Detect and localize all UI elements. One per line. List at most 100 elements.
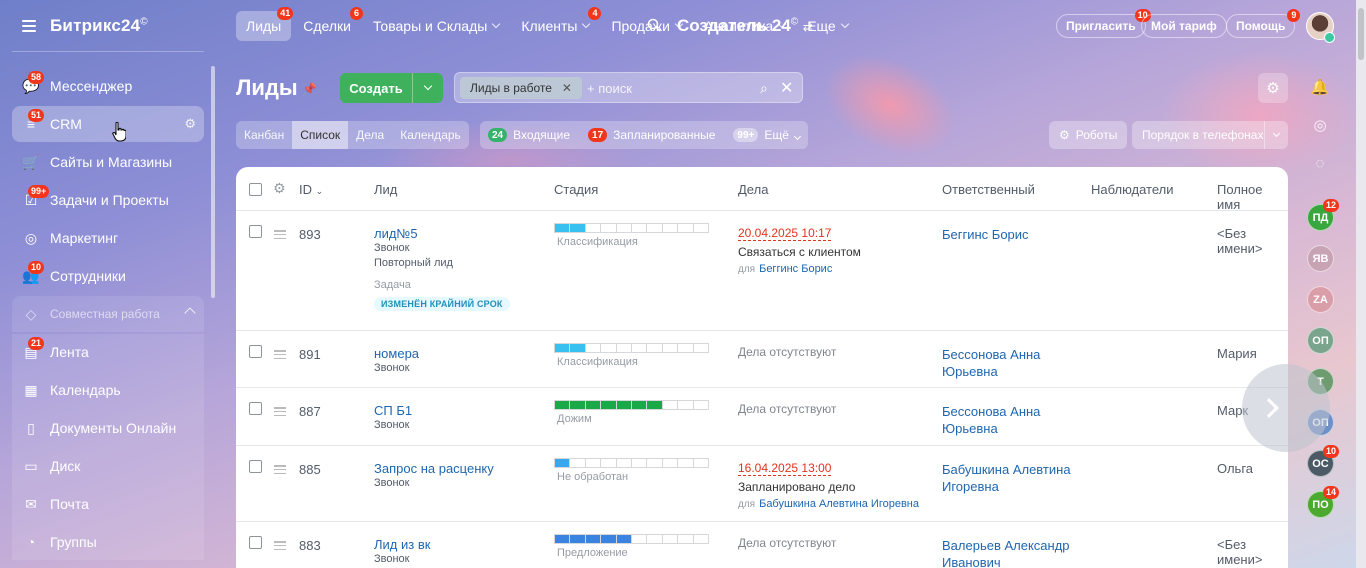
planned-filter[interactable]: Запланированные <box>613 128 715 142</box>
column-settings-icon[interactable]: ⚙ <box>273 180 286 197</box>
deal-for-user[interactable]: Бабушкина Алевтина Игоревна <box>759 498 919 510</box>
contact-avatar[interactable]: ЯВ <box>1307 245 1334 272</box>
chat-bubble-icon[interactable]: ◌ <box>1304 148 1336 178</box>
row-checkbox[interactable] <box>249 402 262 415</box>
sidebar-item[interactable]: 👥 Сотрудники 10 <box>12 258 204 294</box>
responsible-link[interactable]: Бессонова Анна Юрьевна <box>942 403 1072 437</box>
nav-item-2[interactable]: Товары и Склады <box>363 11 509 41</box>
column-deals[interactable]: Дела <box>738 182 768 197</box>
stage-progress[interactable] <box>554 534 709 544</box>
column-observers[interactable]: Наблюдатели <box>1091 182 1174 197</box>
responsible-link[interactable]: Беггинс Борис <box>942 226 1072 243</box>
stage-progress[interactable] <box>554 223 709 233</box>
deal-title[interactable]: Запланировано дело <box>738 480 919 494</box>
contact-avatar[interactable]: ПД 12 <box>1307 199 1339 231</box>
menu-icon[interactable] <box>22 20 36 32</box>
remove-filter-icon[interactable]: ✕ <box>562 81 572 95</box>
view-tab[interactable]: Канбан <box>236 121 292 149</box>
search-icon[interactable]: ⌕ <box>760 80 768 97</box>
tariff-button[interactable]: Мой тариф <box>1141 14 1227 38</box>
filter-search-box[interactable]: Лиды в работе ✕ + поиск ⌕ ✕ <box>454 72 803 103</box>
contact-avatar[interactable]: ОС 10 <box>1307 445 1339 477</box>
responsible-link[interactable]: Бабушкина Алевтина Игоревна <box>942 461 1072 495</box>
create-button-label[interactable]: Создать <box>340 73 412 103</box>
invite-button[interactable]: Пригласить 10 <box>1056 9 1151 38</box>
search-input[interactable]: + поиск <box>587 81 632 96</box>
sidebar-item[interactable]: ▦ Календарь <box>12 372 204 408</box>
clear-icon[interactable]: ✕ <box>780 78 793 98</box>
drag-handle-icon[interactable] <box>274 541 286 550</box>
drag-handle-icon[interactable] <box>274 350 286 359</box>
nav-item-1[interactable]: Сделки 6 <box>293 7 363 41</box>
row-checkbox[interactable] <box>249 345 262 358</box>
responsible-link[interactable]: Бессонова Анна Юрьевна <box>942 346 1072 380</box>
row-checkbox[interactable] <box>249 225 262 238</box>
contact-avatar[interactable]: ZA <box>1307 286 1334 313</box>
create-dropdown-button[interactable] <box>412 73 443 103</box>
select-all-checkbox[interactable] <box>249 183 262 196</box>
swap-icon[interactable]: ⇄ <box>803 20 813 34</box>
contact-avatar[interactable]: ПО 14 <box>1307 486 1339 518</box>
deal-title[interactable]: Связаться с клиентом <box>738 245 861 259</box>
lead-link[interactable]: номера <box>374 346 419 361</box>
company-name[interactable]: Создатель 24© ⇄ <box>677 16 813 36</box>
spiral-icon[interactable]: ◎ <box>1304 110 1336 140</box>
drag-handle-icon[interactable] <box>274 407 286 416</box>
create-button[interactable]: Создать <box>340 73 443 103</box>
view-tab[interactable]: Список <box>292 121 349 149</box>
page-scrollbar[interactable] <box>1356 0 1366 568</box>
sidebar-item[interactable]: ≡ CRM 51 ⚙ <box>12 106 204 142</box>
stage-progress[interactable] <box>554 343 709 353</box>
sidebar-section-header[interactable]: ◇ Совместная работа <box>12 296 204 332</box>
view-tab[interactable]: Дела <box>348 121 392 149</box>
stage-progress[interactable] <box>554 400 709 410</box>
sidebar-item[interactable]: 🛒 Сайты и Магазины <box>12 144 204 180</box>
deal-for-user[interactable]: Беггинс Борис <box>759 263 832 275</box>
lead-link[interactable]: Лид из вк <box>374 537 430 552</box>
deal-deadline[interactable]: 16.04.2025 13:00 <box>738 461 832 476</box>
help-button[interactable]: Помощь 9 <box>1226 9 1301 38</box>
filter-tag[interactable]: Лиды в работе ✕ <box>460 77 582 99</box>
sidebar-item[interactable]: ▭ Диск <box>12 448 204 484</box>
sidebar-scrollbar[interactable] <box>211 66 215 298</box>
pin-icon[interactable]: 📌 <box>302 82 317 96</box>
nav-item-0[interactable]: Лиды 41 <box>236 7 294 41</box>
column-lead[interactable]: Лид <box>374 182 397 197</box>
contact-avatar[interactable]: ОП <box>1307 327 1334 354</box>
scrollbar-thumb[interactable] <box>1358 8 1364 60</box>
drag-handle-icon[interactable] <box>274 230 286 239</box>
sidebar-item[interactable]: ▤ Лента 21 <box>12 334 204 370</box>
row-checkbox[interactable] <box>249 460 262 473</box>
column-id[interactable]: ID ⌄ <box>299 182 323 197</box>
sidebar-item[interactable]: 💬 Мессенджер 58 <box>12 68 204 104</box>
sidebar-item[interactable]: ☑ Задачи и Проекты 99+ <box>12 182 204 218</box>
deal-deadline[interactable]: 20.04.2025 10:17 <box>738 226 832 241</box>
column-fullname[interactable]: Полное имя <box>1217 182 1288 212</box>
stage-progress[interactable] <box>554 458 709 468</box>
brand-logo[interactable]: Битрикс24© <box>50 16 148 36</box>
view-tab[interactable]: Календарь <box>392 121 469 149</box>
sidebar-item[interactable]: ▯ Документы Онлайн <box>12 410 204 446</box>
drag-handle-icon[interactable] <box>274 465 286 474</box>
settings-gear-button[interactable]: ⚙ <box>1258 73 1288 103</box>
robots-button[interactable]: ⚙ Роботы <box>1049 121 1128 149</box>
lead-link[interactable]: лид№5 <box>374 226 510 241</box>
incoming-filter[interactable]: Входящие <box>513 128 570 142</box>
sidebar-item[interactable]: ◔ Группы <box>12 524 204 560</box>
sidebar-item[interactable]: ◎ Маркетинг <box>12 220 204 256</box>
nav-item-3[interactable]: Клиенты 4 <box>511 7 602 41</box>
lead-link[interactable]: Запрос на расценку <box>374 461 494 476</box>
order-in-phones-button[interactable]: Порядок в телефонах <box>1132 121 1288 149</box>
lead-link[interactable]: СП Б1 <box>374 403 412 418</box>
scroll-right-button[interactable] <box>1242 364 1330 452</box>
gear-icon[interactable]: ⚙ <box>184 116 196 132</box>
column-stage[interactable]: Стадия <box>554 182 598 197</box>
more-filter[interactable]: Ещё <box>764 128 801 142</box>
order-dropdown[interactable] <box>1264 121 1288 149</box>
search-icon[interactable] <box>647 18 661 32</box>
sidebar-item[interactable]: ✉ Почта <box>12 486 204 522</box>
column-responsible[interactable]: Ответственный <box>942 182 1035 197</box>
chevron-up-icon[interactable] <box>184 307 196 319</box>
row-checkbox[interactable] <box>249 536 262 549</box>
responsible-link[interactable]: Валерьев Александр Иванович <box>942 537 1072 568</box>
